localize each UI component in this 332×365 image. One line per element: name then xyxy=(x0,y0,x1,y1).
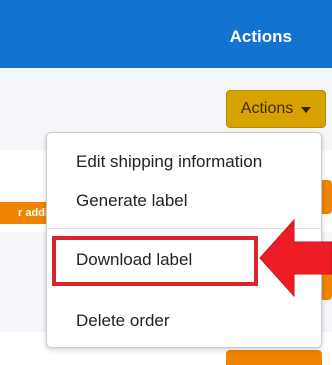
caret-down-icon xyxy=(301,107,312,113)
table-header: Actions xyxy=(0,0,332,68)
left-arrow-icon xyxy=(259,218,332,298)
row-tag: r addi xyxy=(0,202,52,224)
actions-dropdown-toggle[interactable]: Actions xyxy=(226,90,326,128)
highlight-box xyxy=(52,236,258,286)
row-tag-label: r addi xyxy=(18,207,48,219)
menu-item-edit-shipping-information[interactable]: Edit shipping information xyxy=(76,151,262,173)
actions-column-heading: Actions xyxy=(229,27,292,46)
row-action-button[interactable] xyxy=(226,350,322,365)
actions-dropdown-label: Actions xyxy=(240,100,294,117)
orders-table-view: Actions r addi Actions Edit shipping inf… xyxy=(0,0,332,365)
menu-item-generate-label[interactable]: Generate label xyxy=(76,190,188,212)
menu-item-delete-order[interactable]: Delete order xyxy=(76,310,170,332)
